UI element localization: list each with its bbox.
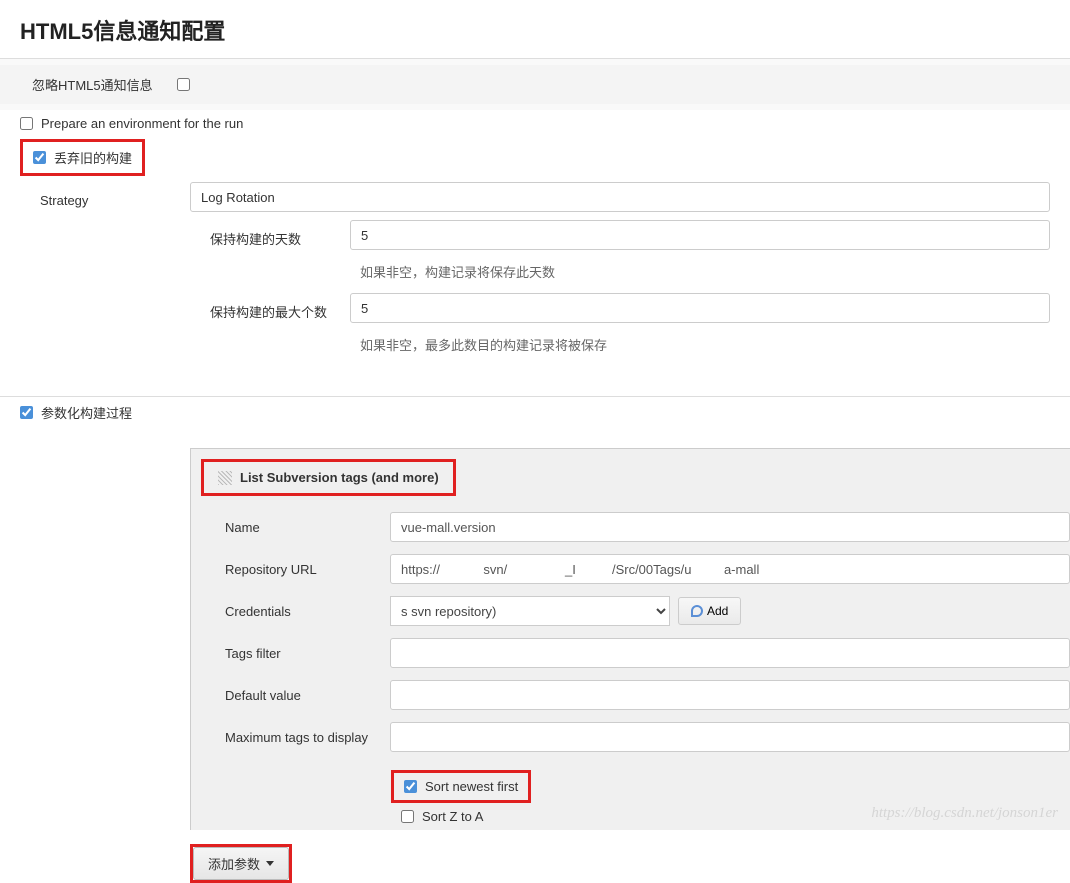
strategy-row: Strategy bbox=[40, 182, 1050, 212]
repo-url-input[interactable] bbox=[390, 554, 1070, 584]
parameterized-checkbox[interactable] bbox=[20, 406, 33, 419]
prepare-env-checkbox[interactable] bbox=[20, 117, 33, 130]
sort-za-checkbox[interactable] bbox=[401, 810, 414, 823]
max-builds-label: 保持构建的最大个数 bbox=[210, 296, 350, 321]
param-name-input[interactable] bbox=[390, 512, 1070, 542]
drag-handle-icon[interactable] bbox=[218, 471, 232, 485]
repo-url-row: Repository URL bbox=[191, 548, 1070, 590]
strategy-select[interactable] bbox=[190, 182, 1050, 212]
parameterized-row: 参数化构建过程 bbox=[0, 397, 1070, 428]
days-keep-help: 如果非空，构建记录将保存此天数 bbox=[350, 254, 1050, 293]
days-keep-row: 保持构建的天数 bbox=[210, 220, 1050, 250]
sort-newest-label: Sort newest first bbox=[425, 779, 518, 794]
svn-param-block: List Subversion tags (and more) Name Rep… bbox=[190, 448, 1070, 830]
max-tags-input[interactable] bbox=[390, 722, 1070, 752]
discard-old-label: 丢弃旧的构建 bbox=[54, 148, 132, 167]
credentials-select[interactable]: s svn repository) bbox=[390, 596, 670, 626]
default-value-label: Default value bbox=[225, 688, 390, 703]
param-name-label: Name bbox=[225, 520, 390, 535]
key-icon bbox=[691, 605, 703, 617]
tags-filter-input[interactable] bbox=[390, 638, 1070, 668]
add-credentials-label: Add bbox=[707, 604, 728, 618]
credentials-row: Credentials s svn repository) Add bbox=[191, 590, 1070, 632]
sort-newest-checkbox[interactable] bbox=[404, 780, 417, 793]
ignore-notification-checkbox[interactable] bbox=[177, 78, 190, 91]
max-builds-help: 如果非空，最多此数目的构建记录将被保存 bbox=[350, 327, 1050, 366]
default-value-input[interactable] bbox=[390, 680, 1070, 710]
add-param-button[interactable]: 添加参数 bbox=[193, 847, 289, 880]
add-param-highlight: 添加参数 bbox=[190, 844, 292, 883]
discard-old-highlight: 丢弃旧的构建 bbox=[20, 139, 145, 176]
add-credentials-button[interactable]: Add bbox=[678, 597, 741, 625]
max-builds-input[interactable] bbox=[350, 293, 1050, 323]
default-value-row: Default value bbox=[191, 674, 1070, 716]
max-tags-row: Maximum tags to display bbox=[191, 716, 1070, 758]
add-param-label: 添加参数 bbox=[208, 854, 260, 873]
page-title: HTML5信息通知配置 bbox=[0, 0, 1070, 58]
max-tags-label: Maximum tags to display bbox=[225, 730, 390, 745]
max-builds-row: 保持构建的最大个数 bbox=[210, 293, 1050, 323]
repo-url-label: Repository URL bbox=[225, 562, 390, 577]
sort-newest-row: Sort newest first bbox=[391, 770, 531, 803]
ignore-notification-row: 忽略HTML5通知信息 bbox=[0, 65, 1070, 104]
param-name-row: Name bbox=[191, 506, 1070, 548]
tags-filter-row: Tags filter bbox=[191, 632, 1070, 674]
svn-param-title: List Subversion tags (and more) bbox=[240, 470, 439, 485]
days-keep-input[interactable] bbox=[350, 220, 1050, 250]
parameterized-label: 参数化构建过程 bbox=[41, 403, 132, 422]
sort-za-label: Sort Z to A bbox=[422, 809, 483, 824]
prepare-env-row: Prepare an environment for the run bbox=[0, 110, 1070, 137]
ignore-notification-label: 忽略HTML5通知信息 bbox=[32, 75, 153, 94]
prepare-env-label: Prepare an environment for the run bbox=[41, 116, 243, 131]
strategy-label: Strategy bbox=[40, 187, 190, 208]
sort-za-row: Sort Z to A bbox=[391, 803, 1070, 830]
discard-old-checkbox[interactable] bbox=[33, 151, 46, 164]
svn-param-header: List Subversion tags (and more) bbox=[201, 459, 456, 496]
credentials-label: Credentials bbox=[225, 604, 390, 619]
tags-filter-label: Tags filter bbox=[225, 646, 390, 661]
days-keep-label: 保持构建的天数 bbox=[210, 223, 350, 248]
